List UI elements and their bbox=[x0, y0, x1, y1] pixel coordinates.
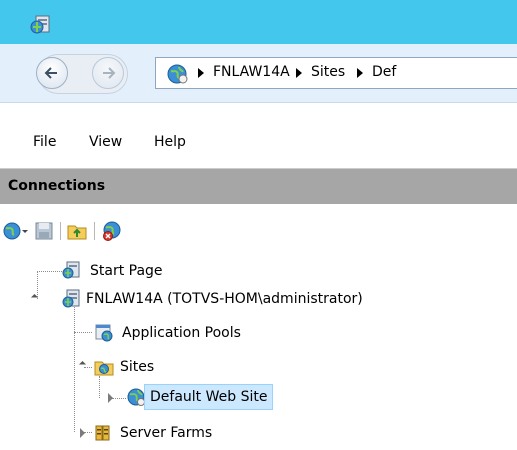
tree-item-label: Start Page bbox=[90, 263, 163, 279]
menu-help[interactable]: Help bbox=[154, 134, 186, 150]
menu-view[interactable]: View bbox=[89, 134, 122, 150]
tree-item-label: Application Pools bbox=[122, 325, 241, 341]
toolbar-separator bbox=[94, 222, 95, 240]
save-icon[interactable] bbox=[34, 220, 54, 242]
connections-header: Connections bbox=[0, 168, 517, 204]
breadcrumb-separator bbox=[296, 68, 302, 78]
navigation-bar: FNLAW14A Sites Def bbox=[0, 44, 517, 103]
expand-toggle[interactable] bbox=[80, 428, 85, 438]
tree-item-label: FNLAW14A (TOTVS-HOM\administrator) bbox=[86, 291, 363, 307]
iis-manager-icon bbox=[30, 15, 50, 34]
tree-connector bbox=[37, 271, 62, 272]
back-button[interactable] bbox=[36, 57, 68, 89]
start-page-icon bbox=[62, 261, 80, 279]
breadcrumb-separator bbox=[198, 68, 204, 78]
tree-item-label: Sites bbox=[120, 359, 155, 375]
sites-folder-icon bbox=[94, 361, 114, 376]
tree-connector bbox=[84, 367, 92, 368]
breadcrumb-separator bbox=[357, 68, 363, 78]
address-bar[interactable]: FNLAW14A Sites Def bbox=[155, 57, 517, 89]
connections-toolbar bbox=[0, 216, 517, 246]
expand-toggle[interactable] bbox=[108, 393, 113, 403]
tree-connector bbox=[74, 332, 92, 333]
forward-button[interactable] bbox=[92, 57, 124, 89]
up-folder-icon[interactable] bbox=[66, 220, 88, 242]
server-farms-icon bbox=[95, 425, 110, 441]
globe-icon bbox=[167, 64, 188, 84]
breadcrumb-server[interactable]: FNLAW14A bbox=[213, 64, 290, 80]
application-pools-icon bbox=[95, 324, 113, 342]
menu-bar: File View Help bbox=[0, 128, 517, 158]
tree-item-label: Default Web Site bbox=[144, 384, 274, 410]
server-icon bbox=[62, 289, 80, 308]
website-globe-icon bbox=[127, 388, 145, 406]
tree-connector bbox=[112, 398, 126, 399]
tree-item-label: Server Farms bbox=[120, 425, 213, 441]
tree-connector bbox=[74, 299, 75, 432]
connections-tree: Start Page FNLAW14A (TOTVS-HOM\administr… bbox=[0, 254, 517, 450]
connections-title: Connections bbox=[8, 178, 106, 194]
breadcrumb-sites[interactable]: Sites bbox=[311, 64, 345, 80]
tree-connector bbox=[99, 376, 100, 398]
disconnect-icon[interactable] bbox=[100, 220, 124, 242]
tree-connector bbox=[84, 432, 92, 433]
title-bar bbox=[0, 0, 517, 44]
tree-connector bbox=[37, 271, 38, 299]
connect-icon[interactable] bbox=[2, 220, 30, 242]
breadcrumb-site[interactable]: Def bbox=[372, 64, 396, 80]
toolbar-separator bbox=[60, 222, 61, 240]
menu-file[interactable]: File bbox=[33, 134, 56, 150]
forward-arrow-icon bbox=[103, 67, 116, 79]
back-arrow-icon bbox=[44, 67, 57, 79]
